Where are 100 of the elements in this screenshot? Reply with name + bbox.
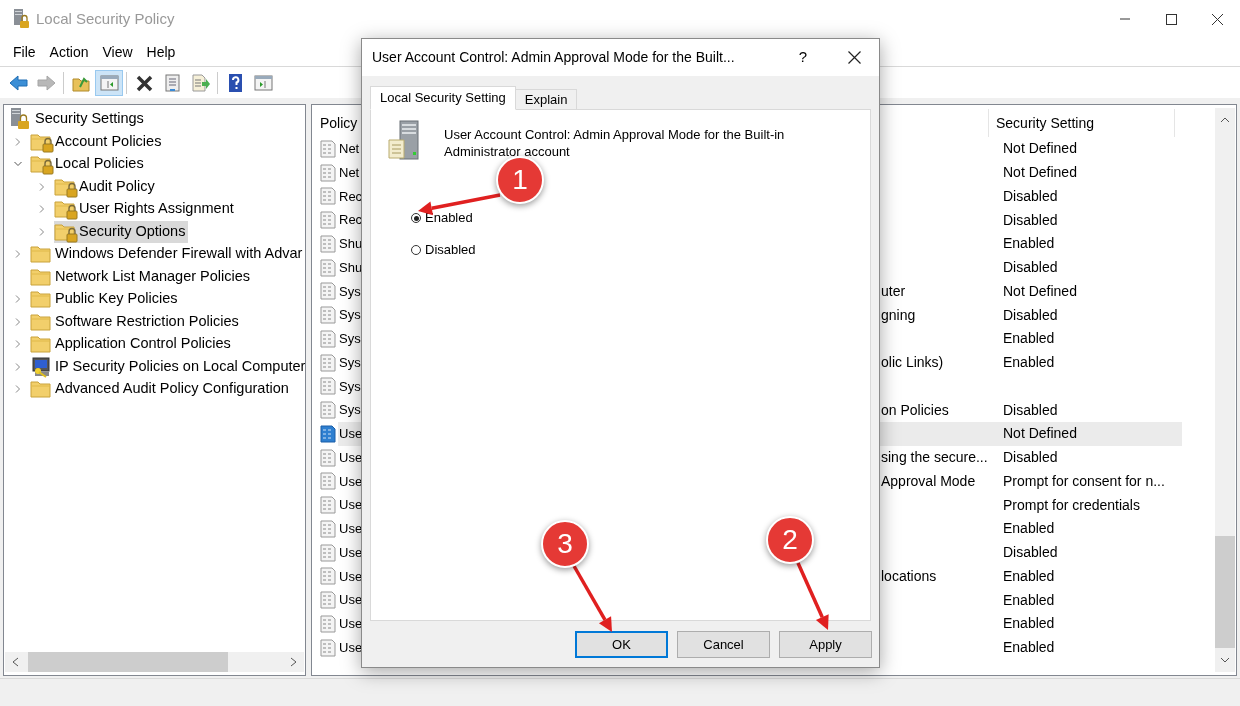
table-cell: Use <box>339 473 363 489</box>
folder-icon <box>30 288 54 311</box>
expand-chevron-icon[interactable] <box>37 181 47 192</box>
policy-icon <box>320 329 336 348</box>
tree-item[interactable]: Windows Defender Firewall with Advar <box>30 243 305 266</box>
expand-chevron-icon[interactable] <box>37 204 47 215</box>
table-cell: gning <box>881 306 916 323</box>
window-title: Local Security Policy <box>36 8 175 29</box>
expand-chevron-icon[interactable] <box>13 384 23 395</box>
table-cell: Rec <box>339 188 363 204</box>
expand-chevron-icon[interactable] <box>13 136 23 147</box>
tree-item[interactable]: Audit Policy <box>54 175 158 198</box>
expand-chevron-icon[interactable] <box>13 316 23 327</box>
policy-icon <box>320 211 336 230</box>
server-document-icon <box>388 120 422 162</box>
table-cell: Enabled <box>1003 354 1055 371</box>
tree-item[interactable]: Security Settings <box>34 108 145 131</box>
horizontal-scrollbar[interactable] <box>5 652 304 672</box>
dialog-button[interactable]: OK <box>575 631 668 658</box>
expand-chevron-icon[interactable] <box>13 249 23 260</box>
menu-item[interactable]: View <box>95 41 140 63</box>
policy-icon <box>320 424 336 443</box>
expand-chevron-icon[interactable] <box>13 294 23 305</box>
tree-item[interactable]: Application Control Policies <box>30 333 234 356</box>
table-cell: Use <box>339 592 363 608</box>
tree-item[interactable]: User Rights Assignment <box>54 198 237 221</box>
expand-chevron-icon[interactable] <box>13 361 23 372</box>
expand-chevron-icon[interactable] <box>13 339 23 350</box>
menu-item[interactable]: File <box>6 41 43 63</box>
dialog-button[interactable]: Apply <box>779 631 872 658</box>
table-cell: Use <box>339 568 363 584</box>
table-cell: Prompt for credentials <box>1003 496 1140 513</box>
tree-item[interactable]: Security Options <box>54 220 189 243</box>
table-cell: Not Defined <box>1003 282 1077 299</box>
table-cell: uter <box>881 282 906 299</box>
table-cell: Use <box>339 426 363 442</box>
close-icon[interactable] <box>1211 13 1223 25</box>
callout-arrow <box>796 562 829 630</box>
table-cell: Enabled <box>1003 567 1055 584</box>
radio-option[interactable]: Enabled <box>411 210 870 226</box>
column-header[interactable]: Security Setting <box>988 109 1175 137</box>
expand-chevron-icon[interactable] <box>37 226 47 237</box>
dialog-title: User Account Control: Admin Approval Mode for the Built... <box>372 48 735 67</box>
tree-item[interactable]: Advanced Audit Policy Configuration <box>30 378 292 401</box>
policy-icon <box>320 282 336 301</box>
tree-item[interactable]: Software Restriction Policies <box>30 310 242 333</box>
tree-item[interactable]: IP Security Policies on Local Computer <box>30 355 305 378</box>
table-cell: Use <box>339 521 363 537</box>
server-lock-icon <box>9 108 31 131</box>
scrollbar-thumb[interactable] <box>28 652 228 672</box>
table-cell: Sys <box>339 378 361 394</box>
tree-item[interactable]: Account Policies <box>30 130 165 153</box>
scrollbar-thumb[interactable] <box>1215 536 1235 648</box>
tree-item[interactable]: Network List Manager Policies <box>30 265 254 288</box>
export-list-icon <box>189 72 211 93</box>
table-cell: Not Defined <box>1003 425 1077 442</box>
table-cell: Enabled <box>1003 520 1055 537</box>
table-cell: Disabled <box>1003 306 1058 323</box>
table-cell: Enabled <box>1003 591 1055 608</box>
policy-icon <box>320 306 336 325</box>
policy-icon <box>320 234 336 253</box>
table-cell: Enabled <box>1003 330 1055 347</box>
policy-icon <box>320 519 336 538</box>
app-icon <box>12 9 30 29</box>
table-cell: Prompt for consent for n... <box>1003 472 1165 489</box>
table-cell: Use <box>339 616 363 632</box>
menu-item[interactable]: Action <box>42 41 96 63</box>
policy-icon <box>320 448 336 467</box>
locked-folder-icon <box>54 198 78 221</box>
locked-folder-icon <box>30 153 54 176</box>
tree-item[interactable]: Public Key Policies <box>30 288 181 311</box>
table-cell: sing the secure... <box>881 449 988 466</box>
tab[interactable]: Local Security Setting <box>370 86 516 110</box>
vertical-scrollbar[interactable] <box>1215 108 1235 672</box>
table-cell: Disabled <box>1003 449 1058 466</box>
table-cell: Approval Mode <box>881 472 976 489</box>
table-cell: Use <box>339 497 363 513</box>
tree-item[interactable]: Local Policies <box>30 153 147 176</box>
menu-item[interactable]: Help <box>139 41 183 63</box>
policy-icon <box>320 163 336 182</box>
table-cell: Disabled <box>1003 187 1058 204</box>
dialog-button[interactable]: Cancel <box>677 631 770 658</box>
policy-icon <box>320 638 336 657</box>
maximize-icon[interactable] <box>1165 13 1177 25</box>
table-cell: olic Links) <box>881 354 944 371</box>
table-cell: Sys <box>339 331 361 347</box>
table-cell: Enabled <box>1003 615 1055 632</box>
table-cell: Disabled <box>1003 401 1058 418</box>
policy-icon <box>320 377 336 396</box>
action-pane-icon <box>252 72 274 93</box>
back-arrow-icon <box>7 72 29 93</box>
radio-option[interactable]: Disabled <box>411 242 870 258</box>
policy-icon <box>320 543 336 562</box>
policy-icon <box>320 567 336 586</box>
policy-icon <box>320 496 336 515</box>
folder-icon <box>30 243 54 266</box>
folder-icon <box>30 378 54 401</box>
policy-icon <box>320 401 336 420</box>
help-button[interactable]: ? <box>783 42 823 73</box>
table-cell: on Policies <box>881 401 949 418</box>
